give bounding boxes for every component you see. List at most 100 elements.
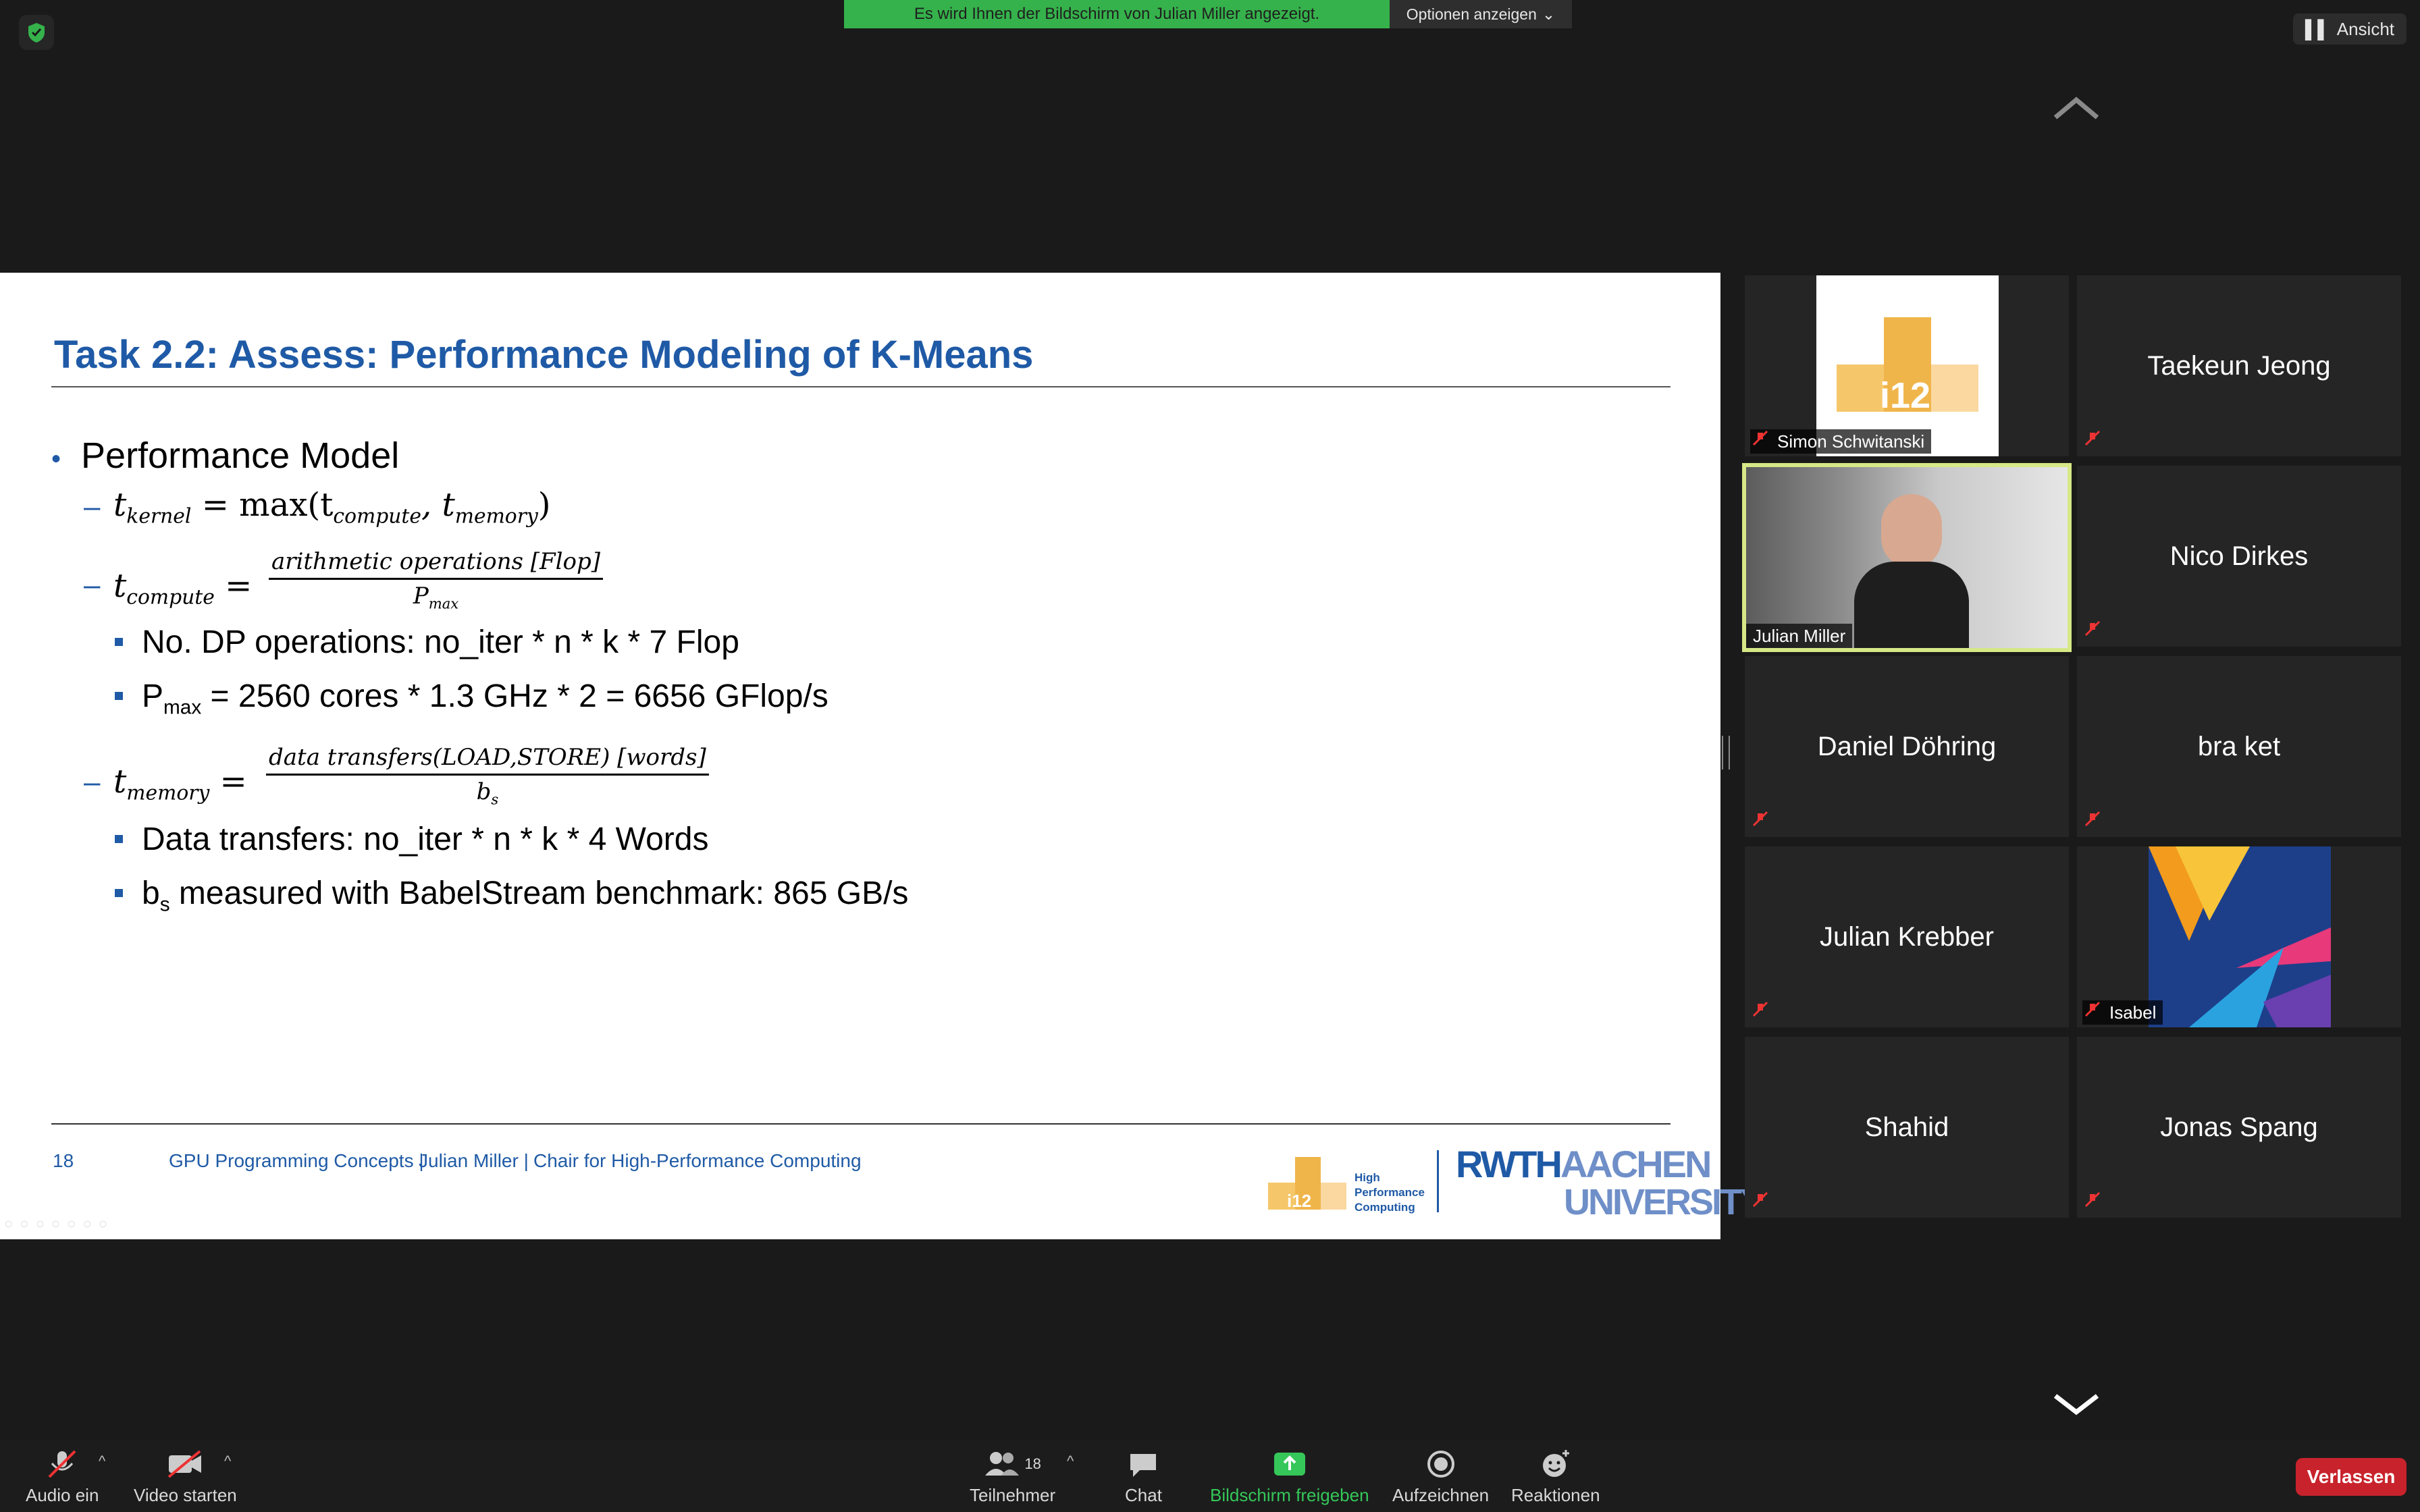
bullet-performance-model: • Performance Model	[51, 435, 399, 477]
video-options-caret-icon[interactable]: ^	[224, 1453, 231, 1470]
chevron-down-icon: ⌄	[1542, 5, 1556, 23]
page-number: 18	[53, 1150, 74, 1171]
footer-chair: Chair for High-Performance Computing	[533, 1150, 862, 1171]
video-label: Video starten	[134, 1485, 237, 1505]
muted-mic-icon	[2084, 430, 2101, 451]
chat-label: Chat	[1125, 1485, 1162, 1505]
participant-tile[interactable]: Isabel	[2077, 846, 2401, 1027]
i12-logo-text: i12	[1287, 1191, 1312, 1211]
view-label: Ansicht	[2336, 18, 2394, 39]
fraction-compute-den-base: P	[413, 583, 429, 610]
participants-button[interactable]: 18 Teilnehmer	[970, 1449, 1055, 1506]
muted-mic-icon	[1752, 430, 1769, 451]
participant-tile[interactable]: Jonas Spang	[2077, 1037, 2401, 1218]
participant-tile[interactable]: i12 Simon Schwitanski	[1745, 275, 2069, 456]
eq-kernel-lhs: t	[113, 486, 127, 524]
dash-icon: –	[84, 765, 101, 799]
fraction-compute: arithmetic operations [Flop] Pmax	[269, 548, 603, 612]
audio-options-caret-icon[interactable]: ^	[99, 1453, 105, 1470]
security-shield-icon[interactable]	[19, 15, 54, 50]
pmax-sub: max	[163, 696, 202, 719]
smiley-plus-icon	[1540, 1449, 1571, 1480]
video-button[interactable]: Video starten	[134, 1449, 237, 1506]
eq-kernel-end: )	[537, 486, 551, 524]
grid-view-icon: ▌▌	[2305, 18, 2330, 39]
leave-meeting-button[interactable]: Verlassen	[2296, 1458, 2406, 1496]
participant-tile[interactable]: Julian Krebber	[1745, 846, 2069, 1027]
muted-mic-icon	[1752, 811, 1769, 832]
hpc-line3: Computing	[1354, 1201, 1415, 1214]
fraction-memory-den-sub: s	[491, 790, 499, 808]
title-divider	[51, 386, 1671, 387]
record-button[interactable]: Aufzeichnen	[1392, 1449, 1489, 1506]
eq-compute-lhs-sub: compute	[126, 585, 215, 610]
shared-screen: Task 2.2: Assess: Performance Modeling o…	[0, 273, 1764, 1239]
participant-name: Nico Dirkes	[2169, 541, 2309, 571]
eq-memory-lhs: t	[113, 763, 127, 801]
view-button[interactable]: ▌▌ Ansicht	[2292, 14, 2406, 45]
eq-memory-lhs-sub: memory	[126, 781, 210, 805]
participant-tile[interactable]: Taekeun Jeong	[2077, 275, 2401, 456]
participants-icon: 18	[984, 1449, 1041, 1480]
fraction-memory-numerator: data transfers(LOAD,STORE) [words]	[266, 744, 709, 776]
view-options-button[interactable]: Optionen anzeigen ⌄	[1390, 0, 1572, 28]
fraction-compute-denominator: Pmax	[269, 580, 603, 612]
participant-tile[interactable]: bra ket	[2077, 656, 2401, 837]
item-dp-operations-text: No. DP operations: no_iter * n * k * 7 F…	[142, 624, 739, 660]
square-bullet-icon	[115, 889, 123, 897]
record-label: Aufzeichnen	[1392, 1485, 1490, 1505]
bullet-dot-icon: •	[51, 444, 61, 474]
item-bs: bs measured with BabelStream benchmark: …	[115, 875, 908, 916]
participant-name: bra ket	[2197, 731, 2281, 761]
eq-kernel-lhs-sub: kernel	[126, 504, 192, 529]
item-pmax: Pmax = 2560 cores * 1.3 GHz * 2 = 6656 G…	[115, 678, 828, 719]
pmax-base: P	[142, 678, 164, 714]
participant-tile[interactable]: Nico Dirkes	[2077, 466, 2401, 647]
audio-label: Audio ein	[26, 1485, 99, 1505]
camera-off-icon	[166, 1449, 204, 1480]
participant-tile-active-speaker[interactable]: Julian Miller	[1742, 463, 2072, 652]
hpc-line1: High	[1354, 1171, 1380, 1184]
bs-sub: s	[159, 893, 170, 916]
share-screen-label: Bildschirm freigeben	[1210, 1485, 1369, 1505]
participants-options-caret-icon[interactable]: ^	[1067, 1453, 1074, 1470]
muted-mic-icon	[2084, 1001, 2101, 1022]
person-body	[1854, 562, 1969, 648]
panel-resize-handle[interactable]	[1722, 736, 1730, 770]
bullet-text: Performance Model	[81, 435, 400, 476]
footer-course: GPU Programming Concepts |	[169, 1150, 424, 1171]
footer-author: Julian Miller |	[419, 1150, 529, 1171]
participant-tile[interactable]: Shahid	[1745, 1037, 2069, 1218]
dash-icon: –	[84, 490, 101, 523]
rwth-text: RWTH	[1456, 1143, 1562, 1185]
participant-name: Shahid	[1864, 1112, 1949, 1142]
muted-mic-icon	[1752, 1001, 1769, 1022]
annotation-toolbox[interactable]: ○○○○○○○	[4, 1215, 114, 1233]
dash-icon: –	[84, 568, 101, 601]
equation-kernel: tkernel = max(tcompute, tmemory)	[113, 486, 550, 528]
participant-name: Jonas Spang	[2160, 1112, 2318, 1142]
participants-count: 18	[1024, 1455, 1041, 1472]
square-bullet-icon	[115, 638, 123, 646]
eq-kernel-sub2: memory	[454, 504, 538, 529]
scroll-down-chevron-icon[interactable]	[2053, 1390, 2100, 1421]
item-data-transfers: Data transfers: no_iter * n * k * 4 Word…	[115, 821, 708, 858]
fraction-compute-den-sub: max	[428, 595, 459, 612]
audio-button[interactable]: Audio ein	[26, 1449, 99, 1506]
item-dp-operations: No. DP operations: no_iter * n * k * 7 F…	[115, 624, 739, 661]
participant-tile[interactable]: Daniel Döhring	[1745, 656, 2069, 837]
muted-mic-icon	[2084, 1191, 2101, 1212]
muted-mic-icon	[2084, 811, 2101, 832]
fraction-compute-numerator: arithmetic operations [Flop]	[269, 548, 603, 580]
hpc-logo-text: High Performance Computing	[1354, 1170, 1425, 1215]
slide-title: Task 2.2: Assess: Performance Modeling o…	[54, 333, 1034, 377]
fraction-memory-den-base: b	[476, 778, 492, 805]
item-data-transfers-text: Data transfers: no_iter * n * k * 4 Word…	[142, 821, 709, 857]
chat-button[interactable]: Chat	[1125, 1449, 1162, 1506]
share-screen-button[interactable]: Bildschirm freigeben	[1210, 1449, 1369, 1506]
scroll-up-chevron-icon[interactable]	[2053, 94, 2100, 125]
participant-name: Isabel	[2109, 1002, 2157, 1023]
share-screen-icon	[1273, 1449, 1307, 1480]
fraction-memory-denominator: bs	[266, 776, 709, 807]
reactions-button[interactable]: Reaktionen	[1511, 1449, 1600, 1506]
